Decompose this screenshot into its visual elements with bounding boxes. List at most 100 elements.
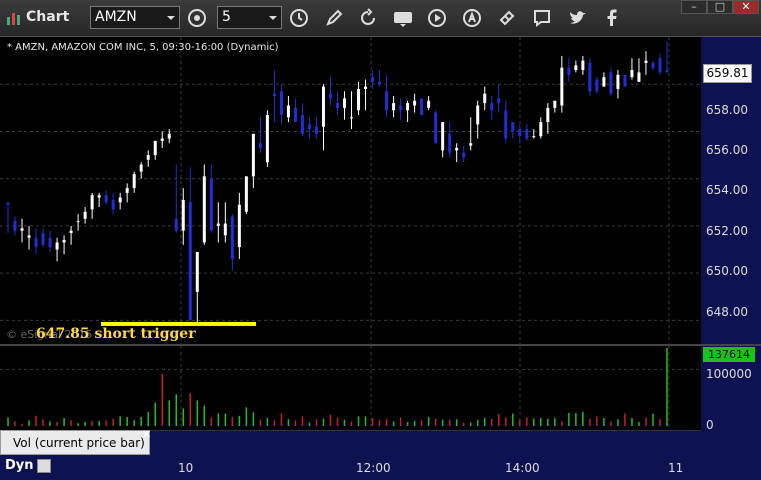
candle-body	[265, 114, 269, 163]
volume-bar	[147, 411, 149, 426]
volume-bar	[28, 420, 30, 426]
candle-body	[307, 124, 311, 130]
volume-bar	[189, 393, 192, 426]
volume-bar	[638, 422, 640, 426]
y-tick-label: 648.00	[706, 305, 748, 319]
volume-bar	[378, 419, 381, 426]
candle-body	[469, 143, 473, 146]
candle-body	[665, 70, 669, 73]
link-icon[interactable]	[495, 6, 519, 30]
volume-bar	[519, 419, 521, 426]
volume-bar	[589, 418, 591, 426]
candle-body	[6, 202, 10, 205]
price-chart[interactable]	[0, 37, 701, 344]
candle-body	[448, 133, 452, 153]
volume-bar	[63, 418, 65, 426]
chevron-down-icon[interactable]	[269, 16, 277, 20]
volume-bar	[140, 416, 142, 426]
candle-body	[364, 86, 368, 89]
candle-body	[314, 126, 318, 134]
candle-body	[34, 237, 38, 248]
volume-bar	[448, 419, 451, 426]
candle-body	[483, 93, 487, 104]
candle-body	[41, 233, 45, 245]
minimize-button[interactable]: –	[681, 0, 707, 14]
candle-body	[188, 202, 192, 321]
alert-icon[interactable]	[460, 6, 484, 30]
candle-body	[293, 107, 297, 123]
play-icon[interactable]	[425, 6, 449, 30]
volume-bar	[420, 420, 423, 426]
volume-bar	[21, 423, 23, 426]
maximize-button[interactable]: □	[707, 0, 733, 14]
volume-bar	[427, 416, 430, 426]
volume-bar	[645, 417, 647, 426]
candle-body	[83, 211, 87, 219]
chevron-down-icon[interactable]	[167, 16, 175, 20]
volume-bar	[273, 420, 276, 426]
candle-body	[553, 100, 557, 108]
candle-body	[462, 152, 466, 158]
volume-bar	[610, 421, 612, 426]
last-price-badge: 659.81	[703, 64, 752, 83]
volume-bar	[490, 418, 493, 426]
volume-bar	[308, 422, 311, 426]
volume-bar	[652, 413, 654, 426]
candle-body	[223, 223, 227, 236]
candle-body	[504, 110, 508, 139]
volume-bar	[14, 421, 16, 426]
candle-body	[48, 237, 52, 248]
candle-body	[336, 103, 339, 108]
candle-body	[76, 221, 80, 223]
volume-bar	[112, 418, 114, 426]
candle-body	[230, 216, 234, 259]
candle-body	[279, 91, 283, 115]
volume-bar	[392, 421, 395, 426]
dynamic-mode-label[interactable]: Dyn	[5, 458, 34, 473]
volume-bar	[413, 420, 416, 426]
candle-body	[244, 176, 248, 212]
candle-body	[490, 103, 494, 111]
comment-icon[interactable]	[530, 6, 554, 30]
volume-chart[interactable]	[0, 346, 701, 430]
title-bar: Chart AMZN 5 – □ ✕	[0, 0, 761, 37]
close-icon[interactable]: ✕	[142, 428, 151, 441]
volume-study-label[interactable]: Vol (current price bar)	[0, 430, 150, 455]
facebook-icon[interactable]	[600, 6, 624, 30]
candle-body	[595, 79, 599, 92]
candle-body	[167, 133, 171, 139]
get-data-icon[interactable]	[391, 6, 415, 30]
symbol-input[interactable]: AMZN	[90, 6, 180, 29]
volume-tick-label: 0	[706, 418, 714, 432]
volume-bar	[231, 416, 234, 426]
settings-gear-button[interactable]	[185, 6, 209, 30]
candle-body	[609, 72, 613, 94]
volume-bar	[238, 415, 241, 426]
candle-body	[111, 199, 115, 210]
candle-body	[574, 65, 578, 71]
volume-bar	[105, 420, 107, 426]
candle-body	[216, 223, 220, 226]
interval-input[interactable]: 5	[217, 6, 282, 29]
volume-bar	[42, 419, 44, 426]
volume-bar	[91, 420, 93, 426]
candle-body	[118, 197, 122, 203]
volume-bar	[301, 416, 304, 426]
candle-body	[62, 240, 66, 243]
candle-body	[455, 147, 459, 151]
x-tick-label: 10	[178, 461, 194, 475]
close-button[interactable]: ✕	[733, 0, 759, 14]
clock-icon[interactable]	[287, 6, 311, 30]
volume-bar	[469, 422, 472, 426]
twitter-icon[interactable]	[566, 6, 590, 30]
volume-bar	[526, 417, 528, 426]
volume-bar	[280, 413, 283, 426]
volume-bar	[441, 419, 444, 426]
volume-bar	[575, 412, 577, 426]
candle-body	[546, 107, 550, 123]
refresh-icon[interactable]	[356, 6, 380, 30]
candle-body	[343, 98, 347, 108]
pencil-icon[interactable]	[322, 6, 346, 30]
settings-icon[interactable]	[37, 459, 51, 473]
volume-bar	[203, 405, 206, 426]
